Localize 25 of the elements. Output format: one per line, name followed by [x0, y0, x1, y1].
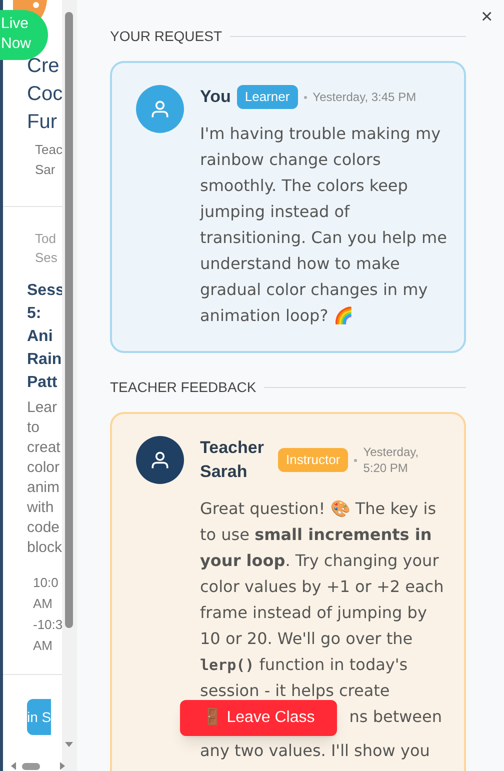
role-badge: Instructor: [278, 448, 348, 472]
session-label: Tod Ses: [34, 230, 58, 267]
section-heading: YOUR REQUEST: [110, 27, 222, 46]
session-description: Lear to creat color anim with code block: [27, 398, 62, 558]
timestamp: Yesterday, 5:20 PM: [363, 444, 420, 476]
message-text: I'm having trouble making my rainbow change colors smoothly. The colors keep jumping instead of transitioning. Can you help me understand how to make gradual color changes in my animation loop? 🌈: [200, 123, 448, 327]
author-name: Teacher Sarah: [200, 437, 265, 483]
scroll-down-icon[interactable]: [65, 742, 73, 747]
section-heading: TEACHER FEEDBACK: [110, 378, 256, 397]
teacher-name: Teac Sar: [34, 141, 62, 179]
message-text: any two values. I'll show you: [200, 740, 430, 762]
session-time: 10:0 AM -10:3 AM: [32, 574, 62, 655]
timestamp: Yesterday, 3:45 PM: [312, 89, 418, 105]
scroll-left-icon[interactable]: [11, 762, 16, 770]
leave-class-button[interactable]: 🚪 Leave Class: [180, 700, 337, 736]
scroll-right-icon[interactable]: [60, 762, 65, 770]
avatar-icon: [136, 85, 184, 133]
role-badge: Learner: [236, 85, 298, 109]
avatar-icon: [136, 436, 184, 484]
close-button[interactable]: ×: [481, 7, 493, 27]
author-name: You: [200, 86, 231, 108]
join-button[interactable]: in S: [27, 699, 51, 735]
message-text: ns between: [349, 706, 443, 728]
scrollbar-thumb[interactable]: [65, 12, 73, 628]
session-title: Sess 5: Ani Rain Patt: [27, 281, 62, 393]
